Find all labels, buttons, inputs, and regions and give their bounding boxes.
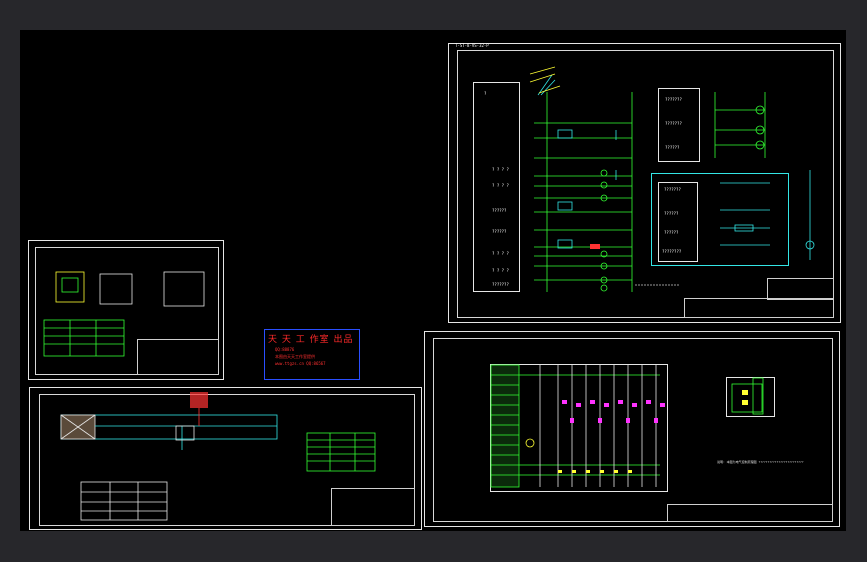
- drawing-canvas[interactable]: T-ST-8-VS-32-P ? ? ? ? ? ? ? ? ? ?????? …: [20, 30, 846, 531]
- cad-linework: [43, 66, 815, 521]
